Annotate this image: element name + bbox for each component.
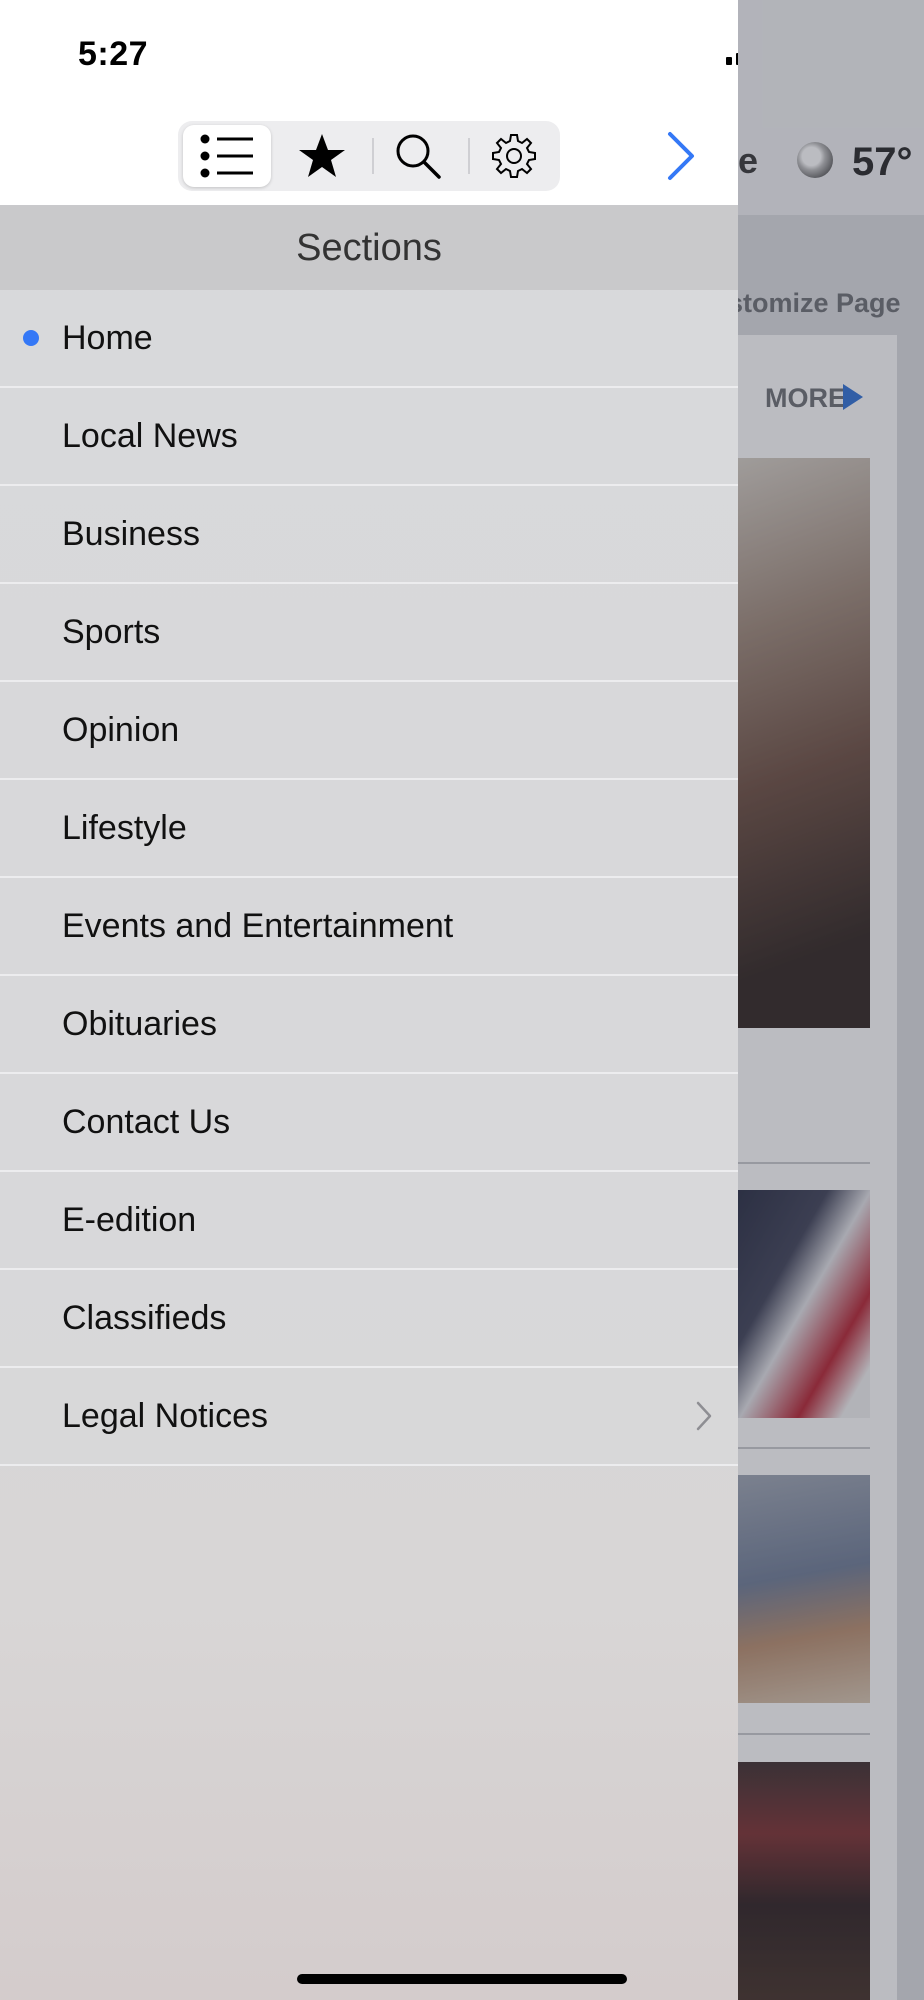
section-item-label: Sports (62, 612, 161, 651)
section-item-label: Local News (62, 416, 238, 455)
section-item-home[interactable]: Home (0, 290, 738, 388)
section-item-label: E-edition (62, 1200, 197, 1239)
section-item-label: Opinion (62, 710, 180, 749)
sections-drawer: 5:27 Sections Home Local News Business S… (0, 0, 738, 2000)
section-item-obituaries[interactable]: Obituaries (0, 976, 738, 1074)
sections-list: Home Local News Business Sports Opinion … (0, 290, 738, 1466)
section-item-legal-notices[interactable]: Legal Notices (0, 1368, 738, 1466)
sections-title: Sections (0, 206, 738, 290)
section-item-label: Business (62, 514, 200, 553)
chevron-right-icon[interactable] (660, 130, 700, 182)
section-item-e-edition[interactable]: E-edition (0, 1172, 738, 1270)
search-icon (396, 134, 441, 179)
section-item-label: Home (62, 318, 153, 357)
section-item-sports[interactable]: Sports (0, 584, 738, 682)
section-item-contact-us[interactable]: Contact Us (0, 1074, 738, 1172)
section-item-label: Contact Us (62, 1102, 231, 1141)
section-item-label: Classifieds (62, 1298, 227, 1337)
drawer-mode-tabs (178, 121, 560, 191)
section-item-classifieds[interactable]: Classifieds (0, 1270, 738, 1368)
section-item-lifestyle[interactable]: Lifestyle (0, 780, 738, 878)
star-icon (299, 134, 345, 177)
section-item-label: Legal Notices (62, 1396, 269, 1435)
section-item-label: Events and Entertainment (62, 906, 454, 945)
gear-icon (492, 134, 536, 178)
tab-search[interactable] (374, 125, 462, 187)
active-indicator-dot (23, 330, 39, 346)
cellular-signal-icon (726, 41, 738, 65)
section-item-label: Lifestyle (62, 808, 187, 847)
status-time: 5:27 (78, 35, 149, 73)
tab-favorites[interactable] (278, 125, 366, 187)
drawer-top-bar: 5:27 (0, 0, 738, 206)
home-indicator[interactable] (297, 1974, 627, 1984)
tab-settings[interactable] (470, 125, 558, 187)
section-item-events-and-entertainment[interactable]: Events and Entertainment (0, 878, 738, 976)
section-item-local-news[interactable]: Local News (0, 388, 738, 486)
status-icons (726, 40, 738, 66)
chevron-right-icon (696, 1401, 712, 1431)
tab-sections[interactable] (183, 125, 271, 187)
section-item-label: Obituaries (62, 1004, 217, 1043)
list-icon (200, 134, 253, 178)
section-item-business[interactable]: Business (0, 486, 738, 584)
section-item-opinion[interactable]: Opinion (0, 682, 738, 780)
